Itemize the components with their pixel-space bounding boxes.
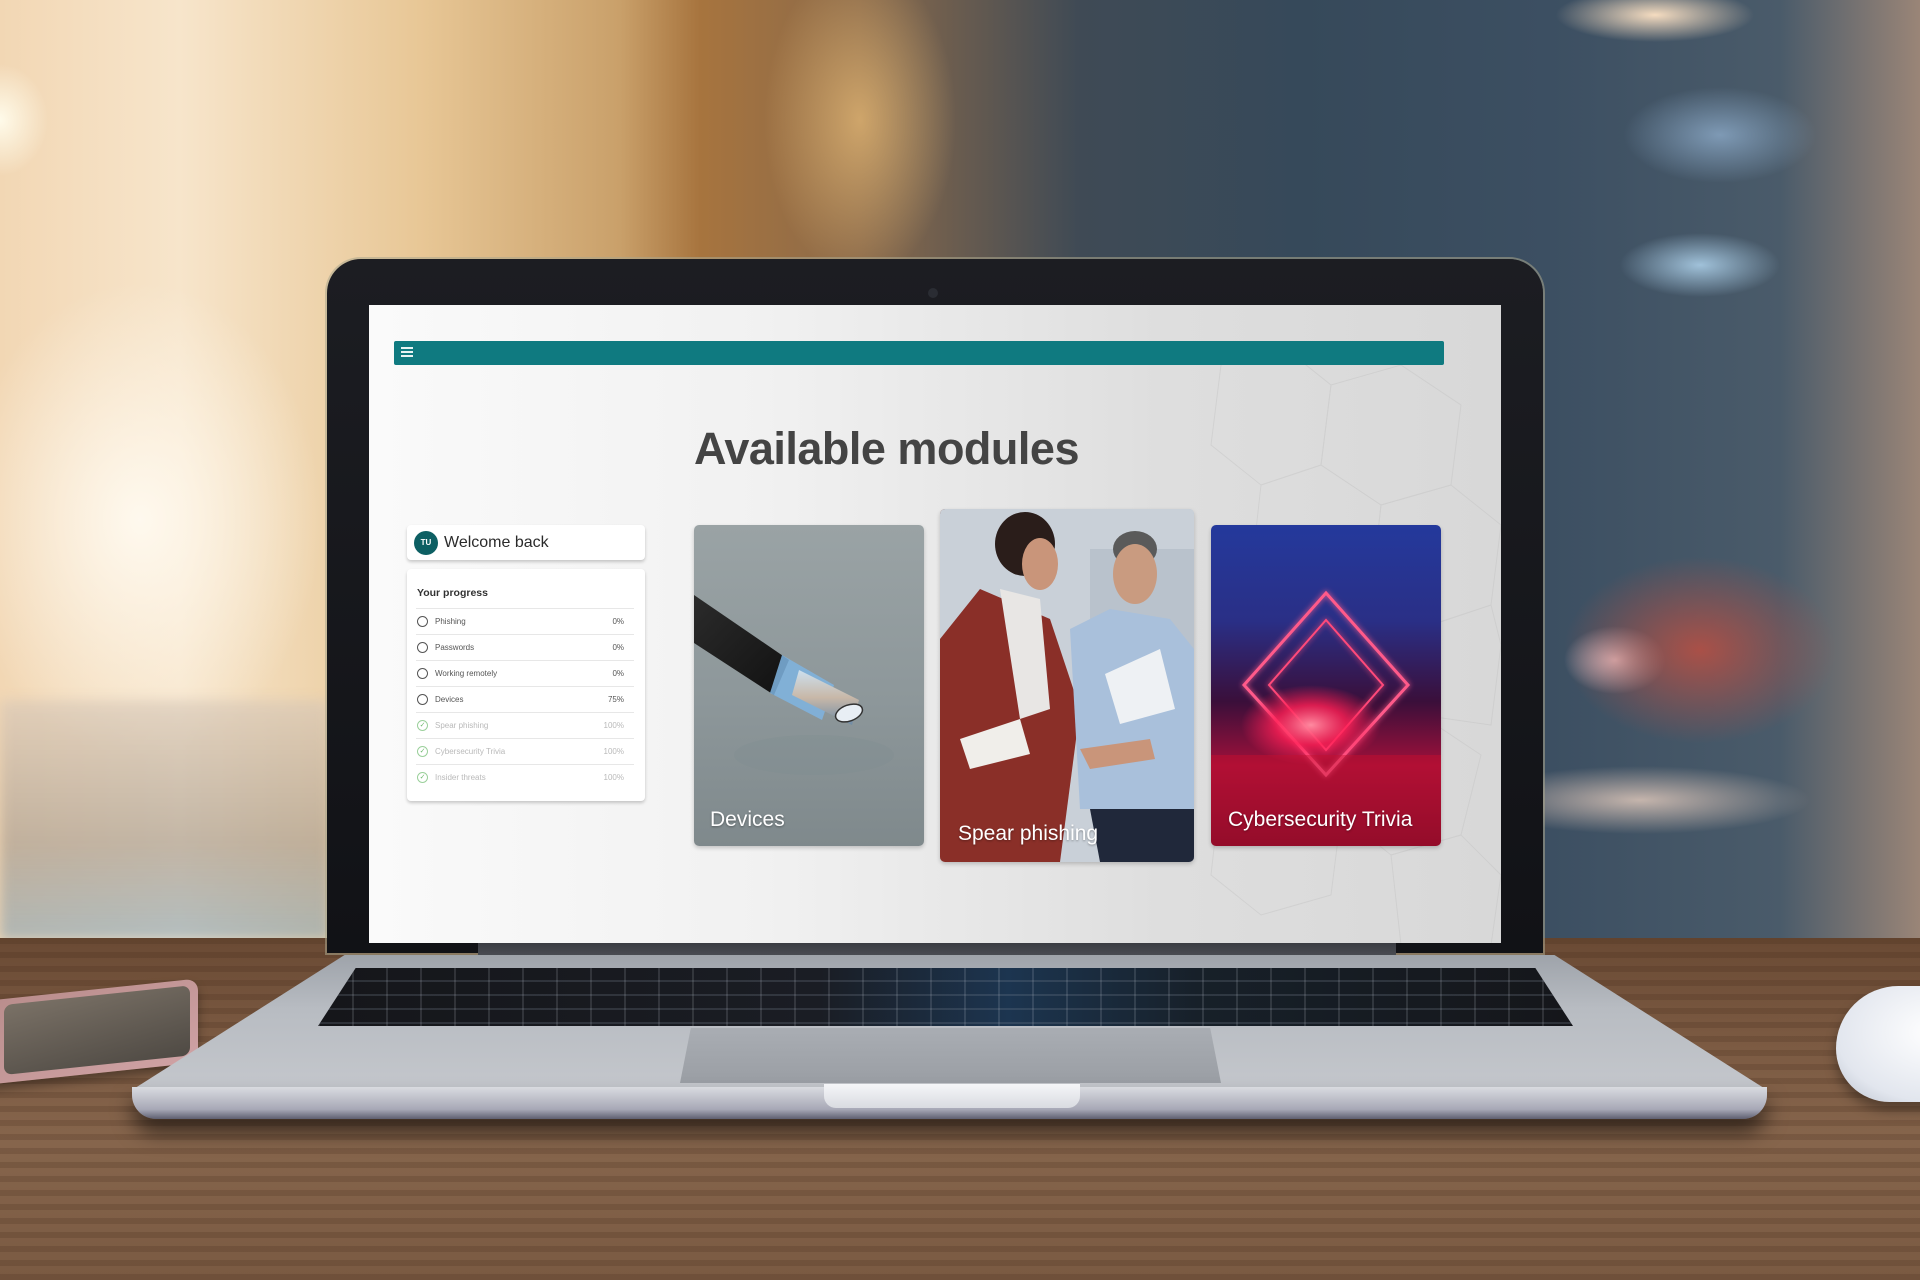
laptop-keyboard <box>318 968 1573 1026</box>
progress-item-percent: 100% <box>603 747 624 756</box>
progress-item-label: Spear phishing <box>435 721 489 730</box>
blurred-interior <box>0 700 330 940</box>
check-circle-icon: ✓ <box>417 720 428 731</box>
progress-item-cybersecurity-trivia[interactable]: ✓ Cybersecurity Trivia 100% <box>416 738 634 764</box>
webcam <box>928 288 938 298</box>
module-card-spear-phishing[interactable]: Spear phishing <box>940 509 1194 862</box>
empty-circle-icon <box>417 668 428 679</box>
progress-item-percent: 100% <box>603 773 624 782</box>
progress-item-label: Devices <box>435 695 464 704</box>
module-card-label: Spear phishing <box>958 822 1099 845</box>
progress-item-label: Working remotely <box>435 669 498 678</box>
laptop-screen: Available modules TU Welcome back Your p… <box>369 305 1501 943</box>
check-circle-icon: ✓ <box>417 772 428 783</box>
progress-item-percent: 100% <box>603 721 624 730</box>
progress-item-label: Insider threats <box>435 773 486 782</box>
welcome-text: Welcome back <box>444 533 549 551</box>
progress-item-label: Passwords <box>435 643 475 652</box>
progress-item-label: Cybersecurity Trivia <box>435 747 506 756</box>
progress-item-percent: 0% <box>612 669 624 678</box>
progress-item-spear-phishing[interactable]: ✓ Spear phishing 100% <box>416 712 634 738</box>
progress-item-percent: 75% <box>607 695 624 704</box>
laptop-trackpad <box>680 1028 1221 1083</box>
progress-title: Your progress <box>417 587 488 599</box>
module-card-devices[interactable]: Devices <box>694 525 924 846</box>
avatar[interactable]: TU <box>414 530 438 555</box>
progress-item-percent: 0% <box>612 643 624 652</box>
progress-item-label: Phishing <box>435 617 466 626</box>
empty-circle-icon <box>417 694 428 705</box>
module-card-label: Devices <box>710 808 785 831</box>
neon-diamond-image <box>1211 590 1441 846</box>
page-title: Available modules <box>694 423 1079 474</box>
empty-circle-icon <box>417 616 428 627</box>
hamburger-menu-icon[interactable] <box>401 347 413 359</box>
progress-card: Your progress Phishing 0% Passwords 0% W… <box>407 569 645 801</box>
usb-c-cable-image <box>694 595 894 775</box>
check-circle-icon: ✓ <box>417 746 428 757</box>
module-card-label: Cybersecurity Trivia <box>1228 808 1413 831</box>
top-navigation-bar <box>394 341 1444 365</box>
module-card-cybersecurity-trivia[interactable]: Cybersecurity Trivia <box>1211 525 1441 846</box>
progress-list: Phishing 0% Passwords 0% Working remotel… <box>416 608 634 790</box>
empty-circle-icon <box>417 642 428 653</box>
progress-item-percent: 0% <box>612 617 624 626</box>
progress-item-phishing[interactable]: Phishing 0% <box>416 608 634 634</box>
progress-item-working-remotely[interactable]: Working remotely 0% <box>416 660 634 686</box>
progress-item-passwords[interactable]: Passwords 0% <box>416 634 634 660</box>
welcome-card[interactable]: TU Welcome back <box>407 525 645 560</box>
laptop-lid-notch <box>824 1084 1080 1108</box>
office-colleagues-image <box>940 509 1194 862</box>
progress-item-devices[interactable]: Devices 75% <box>416 686 634 712</box>
progress-item-insider-threats[interactable]: ✓ Insider threats 100% <box>416 764 634 790</box>
